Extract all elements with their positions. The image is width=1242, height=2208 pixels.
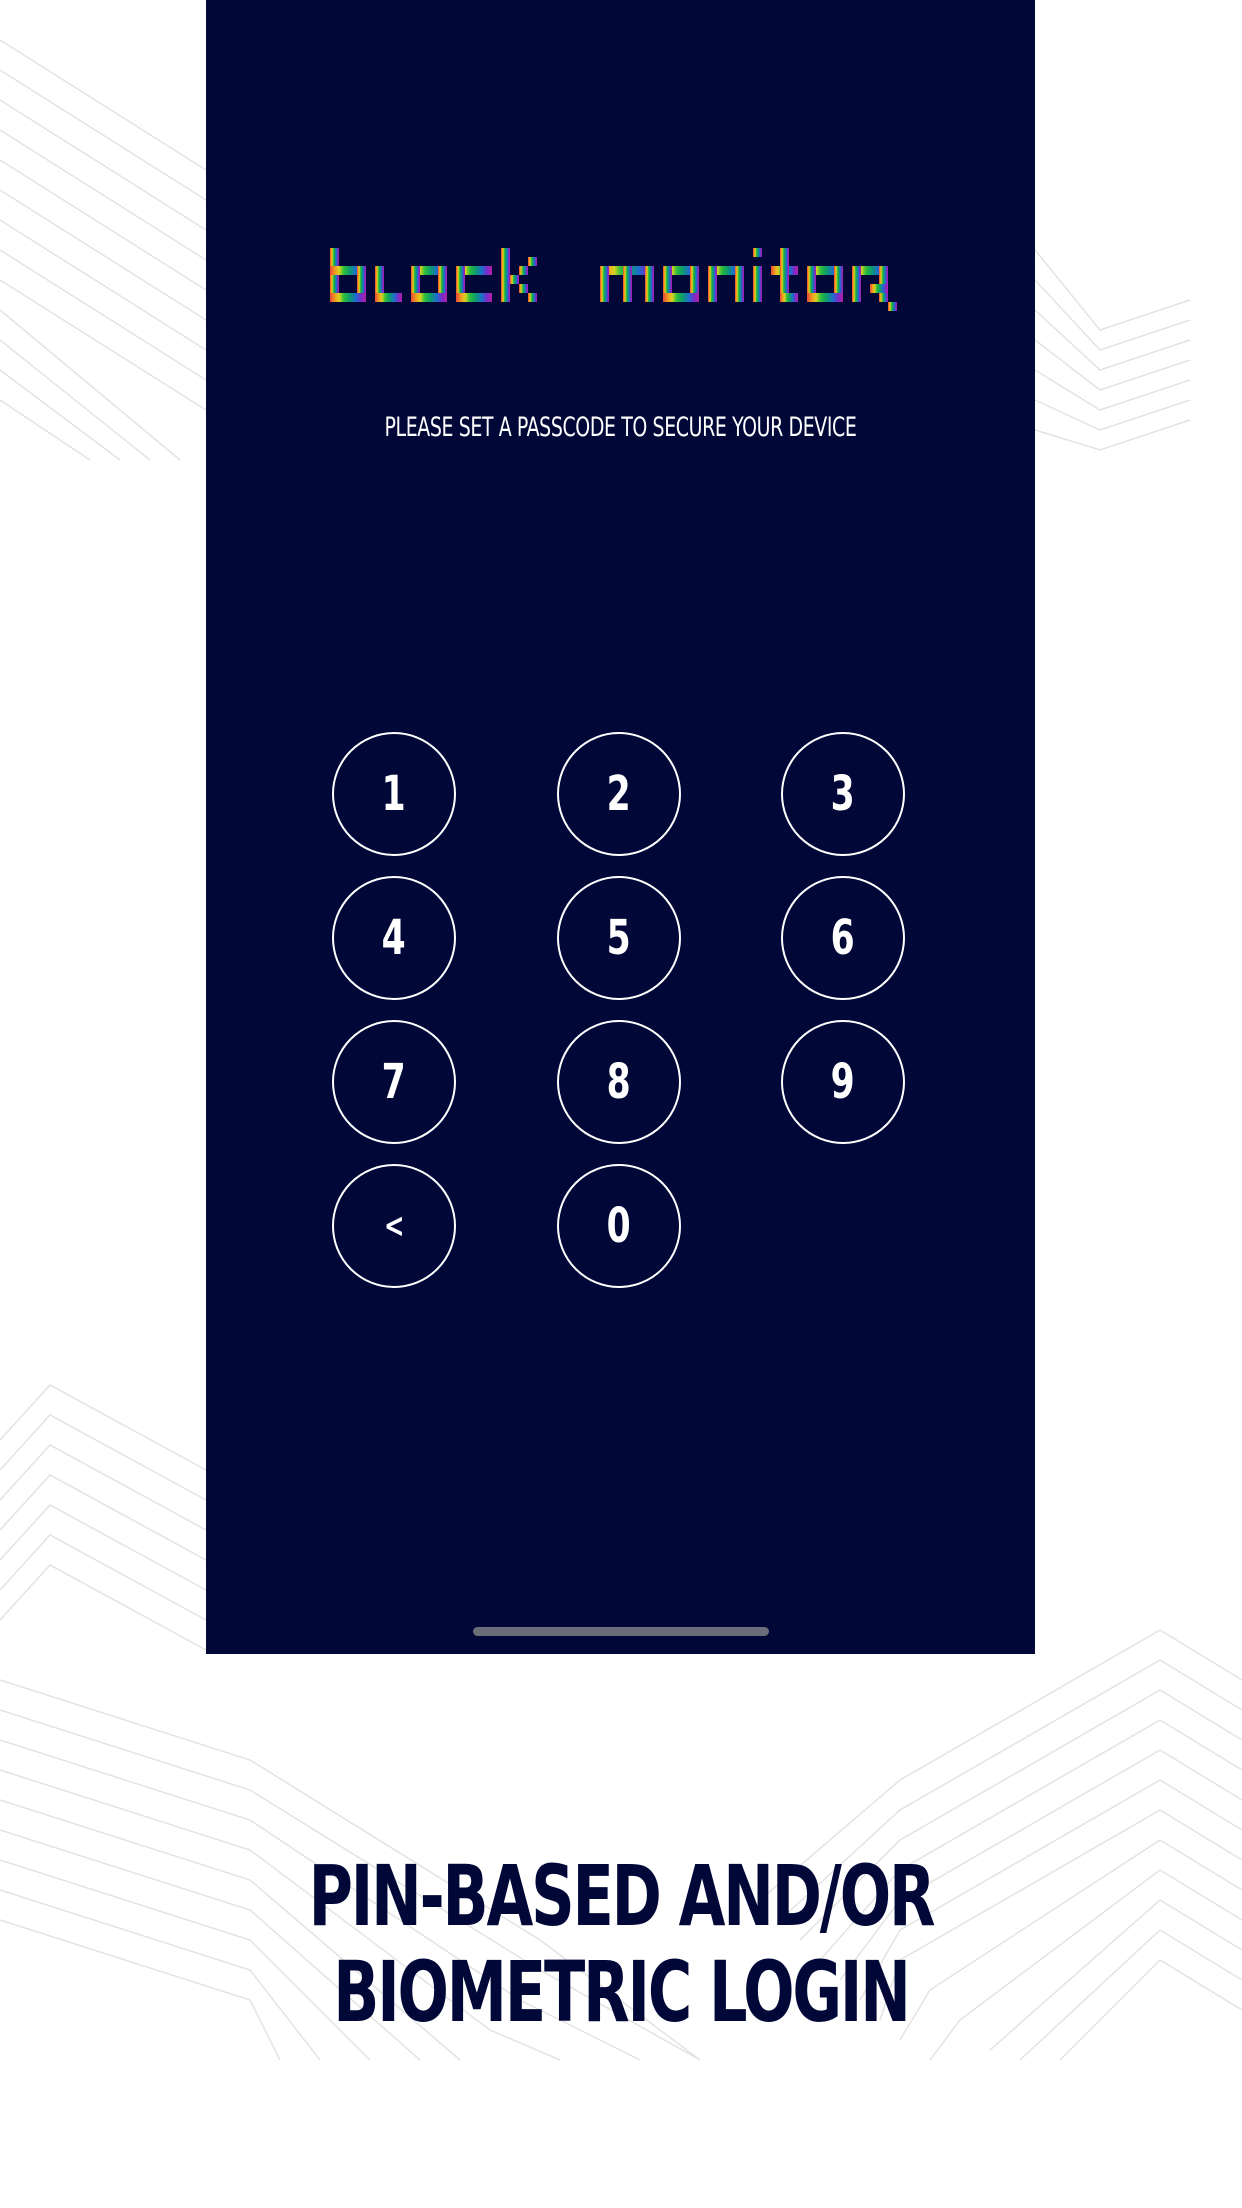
key-2-label: 2 (606, 766, 632, 822)
caption-line-1: PIN-BASED AND/OR (308, 1847, 936, 1945)
key-1[interactable]: 1 (332, 732, 456, 856)
key-9[interactable]: 9 (781, 1020, 905, 1144)
feature-caption: PIN-BASED AND/OR BIOMETRIC LOGIN (0, 1848, 1242, 2040)
key-8-label: 8 (606, 1054, 632, 1110)
key-8[interactable]: 8 (557, 1020, 681, 1144)
home-indicator[interactable] (473, 1627, 769, 1636)
key-1-label: 1 (381, 766, 407, 822)
key-7-label: 7 (381, 1054, 407, 1110)
key-3-label: 3 (830, 766, 856, 822)
backspace-button[interactable]: < (332, 1164, 456, 1288)
key-4[interactable]: 4 (332, 876, 456, 1000)
key-0[interactable]: 0 (557, 1164, 681, 1288)
key-4-label: 4 (381, 910, 407, 966)
passcode-prompt: PLEASE SET A PASSCODE TO SECURE YOUR DEV… (384, 412, 857, 443)
marketing-screenshot: PLEASE SET A PASSCODE TO SECURE YOUR DEV… (0, 0, 1242, 2208)
caption-line-2: BIOMETRIC LOGIN (333, 1943, 911, 2041)
key-7[interactable]: 7 (332, 1020, 456, 1144)
key-6-label: 6 (830, 910, 856, 966)
backspace-label: < (383, 1206, 405, 1246)
app-logo (330, 248, 897, 311)
key-9-label: 9 (830, 1054, 856, 1110)
phone-screen: PLEASE SET A PASSCODE TO SECURE YOUR DEV… (206, 0, 1035, 1654)
key-0-label: 0 (606, 1198, 632, 1254)
key-5[interactable]: 5 (557, 876, 681, 1000)
key-2[interactable]: 2 (557, 732, 681, 856)
key-5-label: 5 (606, 910, 632, 966)
key-6[interactable]: 6 (781, 876, 905, 1000)
key-3[interactable]: 3 (781, 732, 905, 856)
